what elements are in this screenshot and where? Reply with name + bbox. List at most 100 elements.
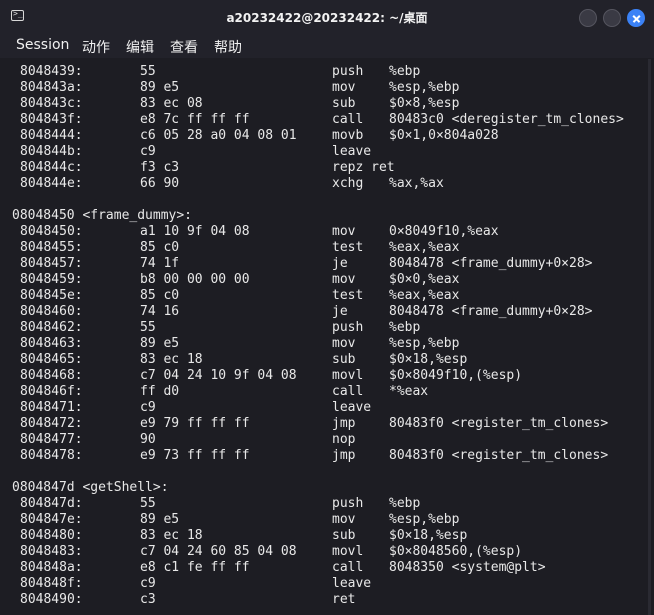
instruction-mnemonic: xchg [332, 176, 364, 191]
menu-edit[interactable]: 编辑 [126, 37, 154, 57]
instruction-address: 804843a: [20, 80, 83, 95]
instruction-bytes: 83 ec 08 [140, 96, 203, 111]
terminal-output[interactable]: 8048439: 55 push %ebp 804843a: 89 e5 mov %esp,%… [0, 59, 654, 615]
instruction-mnemonic: jmp [332, 448, 356, 463]
instruction-address: 8048455: [20, 240, 83, 255]
instruction-mnemonic: mov [332, 512, 356, 527]
instruction-operands: 8048478 <frame_dummy+0×28> [389, 256, 593, 271]
instruction-bytes: 89 e5 [140, 80, 180, 95]
instruction-bytes: 55 [140, 496, 156, 511]
instruction-mnemonic: sub [332, 96, 356, 111]
instruction-mnemonic: movl [332, 544, 364, 559]
instruction-operands: %esp,%ebp [389, 80, 460, 95]
menu-bar: Session 动作 编辑 查看 帮助 [0, 34, 654, 58]
instruction-address: 8048465: [20, 352, 83, 367]
instruction-operands: %ebp [389, 496, 421, 511]
instruction-mnemonic: leave [332, 144, 372, 159]
instruction-bytes: c9 [140, 576, 156, 591]
instruction-operands: 80483f0 <register_tm_clones> [389, 416, 609, 431]
instruction-bytes: e9 73 ff ff ff [140, 448, 250, 463]
instruction-bytes: a1 10 9f 04 08 [140, 224, 250, 239]
title-bar[interactable]: >_ a20232422@20232422: ~/桌面 [0, 0, 654, 34]
instruction-mnemonic: movb [332, 128, 364, 143]
instruction-bytes: 89 e5 [140, 336, 180, 351]
instruction-mnemonic: call [332, 112, 364, 127]
instruction-address: 8048463: [20, 336, 83, 351]
instruction-address: 804844c: [20, 160, 83, 175]
instruction-mnemonic: mov [332, 224, 356, 239]
instruction-operands: $0×18,%esp [389, 352, 468, 367]
menu-actions[interactable]: 动作 [82, 37, 110, 57]
instruction-address: 8048468: [20, 368, 83, 383]
instruction-bytes: b8 00 00 00 00 [140, 272, 250, 287]
instruction-address: 8048483: [20, 544, 83, 559]
terminal-window: >_ a20232422@20232422: ~/桌面 Session 动作 编… [0, 0, 654, 615]
instruction-operands: %ax,%ax [389, 176, 444, 191]
instruction-address: 8048450: [20, 224, 83, 239]
instruction-operands: $0×0,%eax [389, 272, 460, 287]
instruction-address: 8048478: [20, 448, 83, 463]
maximize-button[interactable] [603, 9, 621, 27]
instruction-mnemonic: test [332, 240, 364, 255]
window-title: a20232422@20232422: ~/桌面 [226, 11, 428, 25]
instruction-operands: 80483f0 <register_tm_clones> [389, 448, 609, 463]
instruction-mnemonic: sub [332, 352, 356, 367]
instruction-address: 804847e: [20, 512, 83, 527]
instruction-mnemonic: call [332, 384, 364, 399]
instruction-mnemonic: movl [332, 368, 364, 383]
instruction-address: 8048477: [20, 432, 83, 447]
instruction-address: 8048457: [20, 256, 83, 271]
instruction-mnemonic: push [332, 496, 364, 511]
instruction-operands: *%eax [389, 384, 429, 399]
instruction-address: 804843f: [20, 112, 83, 127]
instruction-address: 804846f: [20, 384, 83, 399]
instruction-bytes: 74 1f [140, 256, 180, 271]
instruction-mnemonic: nop [332, 432, 356, 447]
instruction-address: 804844b: [20, 144, 83, 159]
menu-session[interactable]: Session [16, 37, 69, 53]
instruction-bytes: f3 c3 [140, 160, 180, 175]
instruction-mnemonic: jmp [332, 416, 356, 431]
instruction-mnemonic: sub [332, 528, 356, 543]
instruction-bytes: 85 c0 [140, 240, 180, 255]
instruction-bytes: 55 [140, 320, 156, 335]
instruction-address: 804848f: [20, 576, 83, 591]
menu-help[interactable]: 帮助 [214, 37, 242, 57]
instruction-bytes: 55 [140, 64, 156, 79]
close-button[interactable] [627, 9, 645, 27]
function-label-text: 08048450 <frame_dummy>: [12, 208, 193, 223]
instruction-mnemonic: je [332, 304, 348, 319]
instruction-bytes: 74 16 [140, 304, 180, 319]
instruction-bytes: 89 e5 [140, 512, 180, 527]
instruction-address: 8048490: [20, 592, 83, 607]
instruction-mnemonic: test [332, 288, 364, 303]
instruction-operands: $0×18,%esp [389, 528, 468, 543]
instruction-mnemonic: repz ret [332, 160, 395, 175]
instruction-address: 804843c: [20, 96, 83, 111]
instruction-address: 804845e: [20, 288, 83, 303]
instruction-address: 8048460: [20, 304, 83, 319]
instruction-mnemonic: je [332, 256, 348, 271]
instruction-bytes: e8 7c ff ff ff [140, 112, 250, 127]
instruction-bytes: c3 [140, 592, 156, 607]
instruction-bytes: c9 [140, 144, 156, 159]
instruction-operands: %esp,%ebp [389, 336, 460, 351]
instruction-bytes: c7 04 24 60 85 04 08 [140, 544, 297, 559]
instruction-operands: 8048350 <system@plt> [389, 560, 546, 575]
instruction-address: 8048439: [20, 64, 83, 79]
scrollbar[interactable] [648, 59, 651, 615]
instruction-address: 8048462: [20, 320, 83, 335]
menu-view[interactable]: 查看 [170, 37, 198, 57]
instruction-mnemonic: push [332, 320, 364, 335]
instruction-bytes: 66 90 [140, 176, 180, 191]
instruction-operands: %esp,%ebp [389, 512, 460, 527]
minimize-button[interactable] [579, 9, 597, 27]
instruction-bytes: c9 [140, 400, 156, 415]
instruction-operands: $0×1,0×804a028 [389, 128, 499, 143]
function-label-text: 0804847d <getShell>: [12, 480, 169, 495]
instruction-operands: %eax,%eax [389, 288, 460, 303]
instruction-address: 804848a: [20, 560, 83, 575]
instruction-mnemonic: mov [332, 272, 356, 287]
instruction-operands: %eax,%eax [389, 240, 460, 255]
instruction-address: 8048480: [20, 528, 83, 543]
